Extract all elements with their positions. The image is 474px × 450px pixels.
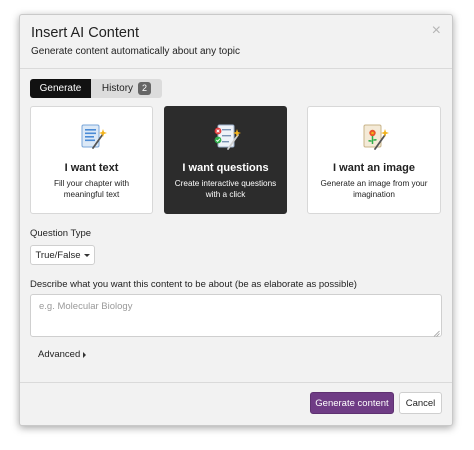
caret-right-icon xyxy=(83,351,87,358)
card-want-image[interactable]: I want an image Generate an image from y… xyxy=(307,106,441,214)
dialog-title: Insert AI Content xyxy=(31,25,140,41)
card-text-desc: Fill your chapter with meaningful text xyxy=(53,179,130,199)
image-wand-icon xyxy=(363,124,389,150)
topic-input[interactable] xyxy=(30,294,442,337)
card-image-label: I want an image xyxy=(333,162,415,174)
card-questions-label: I want questions xyxy=(182,162,269,174)
content-type-cards: I want text Fill your chapter with meani… xyxy=(30,106,442,214)
tab-history[interactable]: History 2 xyxy=(91,79,162,98)
tab-generate[interactable]: Generate xyxy=(30,79,91,98)
generate-content-button[interactable]: Generate content xyxy=(310,392,394,414)
topic-label: Describe what you want this content to b… xyxy=(30,279,357,290)
dialog-subtitle: Generate content automatically about any… xyxy=(31,46,241,57)
quiz-wand-icon xyxy=(214,124,241,150)
insert-ai-content-dialog: Insert AI Content Generate content autom… xyxy=(19,14,453,426)
tab-history-label: History xyxy=(101,83,134,94)
footer-divider xyxy=(20,382,452,383)
card-want-questions[interactable]: I want questions Create interactive ques… xyxy=(164,106,287,214)
resize-handle-icon[interactable] xyxy=(433,330,440,337)
question-type-dropdown[interactable]: True/False xyxy=(30,245,95,265)
question-type-value: True/False xyxy=(35,249,81,261)
card-want-text[interactable]: I want text Fill your chapter with meani… xyxy=(30,106,153,214)
document-wand-icon xyxy=(81,124,107,149)
tab-generate-label: Generate xyxy=(39,83,82,94)
card-text-label: I want text xyxy=(64,162,119,174)
question-type-label: Question Type xyxy=(30,228,92,239)
caret-down-icon xyxy=(83,253,90,257)
card-questions-desc: Create interactive questions with a clic… xyxy=(174,179,277,199)
mode-tabs: Generate History 2 xyxy=(30,79,162,98)
dialog-header: Insert AI Content Generate content autom… xyxy=(20,15,452,69)
close-icon[interactable]: × xyxy=(432,23,441,39)
advanced-toggle[interactable]: Advanced xyxy=(38,349,87,360)
advanced-label: Advanced xyxy=(38,349,81,360)
history-count-badge: 2 xyxy=(138,82,152,95)
card-image-desc: Generate an image from your imagination xyxy=(320,179,428,199)
cancel-button[interactable]: Cancel xyxy=(399,392,442,414)
